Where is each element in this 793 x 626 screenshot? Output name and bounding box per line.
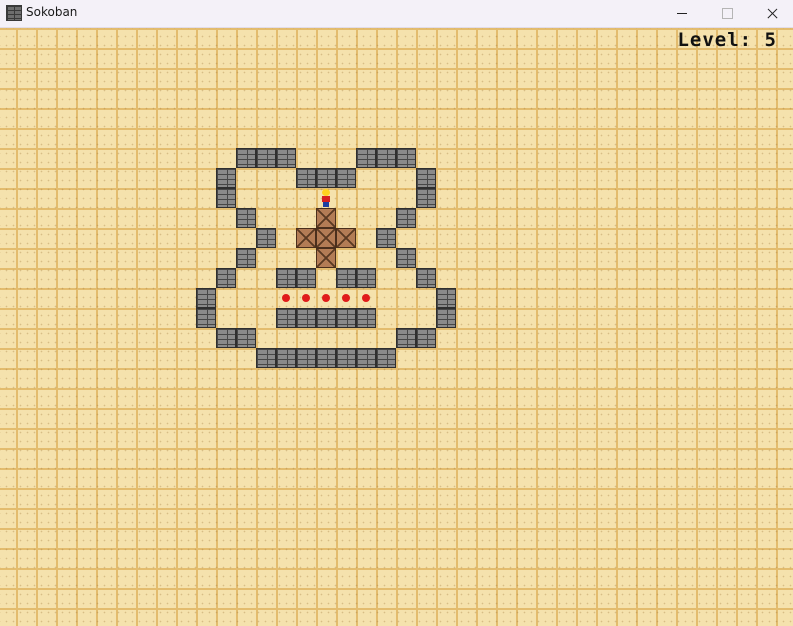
crate (316, 208, 336, 228)
wall-tile (256, 148, 276, 168)
wall-tile (216, 268, 236, 288)
wall-tile (336, 308, 356, 328)
wall-tile (296, 348, 316, 368)
goal-target (296, 288, 316, 308)
wall-tile (356, 348, 376, 368)
wall-tile (236, 148, 256, 168)
wall-tile (296, 168, 316, 188)
maximize-button[interactable] (704, 0, 750, 28)
goal-target (336, 288, 356, 308)
minimize-button[interactable] (659, 0, 705, 28)
wall-tile (196, 308, 216, 328)
wall-tile (236, 328, 256, 348)
wall-tile (296, 268, 316, 288)
wall-tile (316, 168, 336, 188)
wall-tile (376, 348, 396, 368)
goal-target (356, 288, 376, 308)
wall-tile (396, 328, 416, 348)
wall-tile (216, 328, 236, 348)
crate (336, 228, 356, 248)
wall-tile (356, 268, 376, 288)
player-legs (323, 202, 329, 207)
wall-tile (416, 188, 436, 208)
wall-tile (236, 208, 256, 228)
wall-tile (276, 308, 296, 328)
wall-tile (316, 348, 336, 368)
close-button[interactable] (750, 0, 793, 28)
wall-tile (296, 308, 316, 328)
wall-tile (416, 328, 436, 348)
crate (316, 228, 336, 248)
wall-tile (276, 348, 296, 368)
wall-tile (416, 168, 436, 188)
wall-tile (276, 148, 296, 168)
wall-tile (436, 308, 456, 328)
wall-tile (196, 288, 216, 308)
window-title: Sokoban (26, 5, 78, 19)
goal-target (276, 288, 296, 308)
wall-tile (336, 268, 356, 288)
wall-tile (436, 288, 456, 308)
wall-tile (256, 228, 276, 248)
wall-tile (276, 268, 296, 288)
brick-wall-icon (6, 5, 22, 21)
wall-tile (396, 208, 416, 228)
wall-tile (256, 348, 276, 368)
level-indicator: Level: 5 (677, 29, 777, 51)
player-head (322, 189, 330, 196)
wall-tile (316, 308, 336, 328)
goal-target (316, 288, 336, 308)
wall-tile (336, 348, 356, 368)
wall-tile (396, 148, 416, 168)
wall-tile (376, 148, 396, 168)
crate (316, 248, 336, 268)
wall-tile (216, 168, 236, 188)
wall-tile (216, 188, 236, 208)
wall-tile (416, 268, 436, 288)
wall-tile (376, 228, 396, 248)
wall-tile (356, 148, 376, 168)
wall-tile (236, 248, 256, 268)
title-bar[interactable]: Sokoban (0, 0, 793, 28)
wall-tile (336, 168, 356, 188)
player-character (316, 188, 336, 208)
crate (296, 228, 316, 248)
game-board[interactable]: Level: 5 (0, 28, 793, 626)
wall-tile (356, 308, 376, 328)
wall-tile (396, 248, 416, 268)
